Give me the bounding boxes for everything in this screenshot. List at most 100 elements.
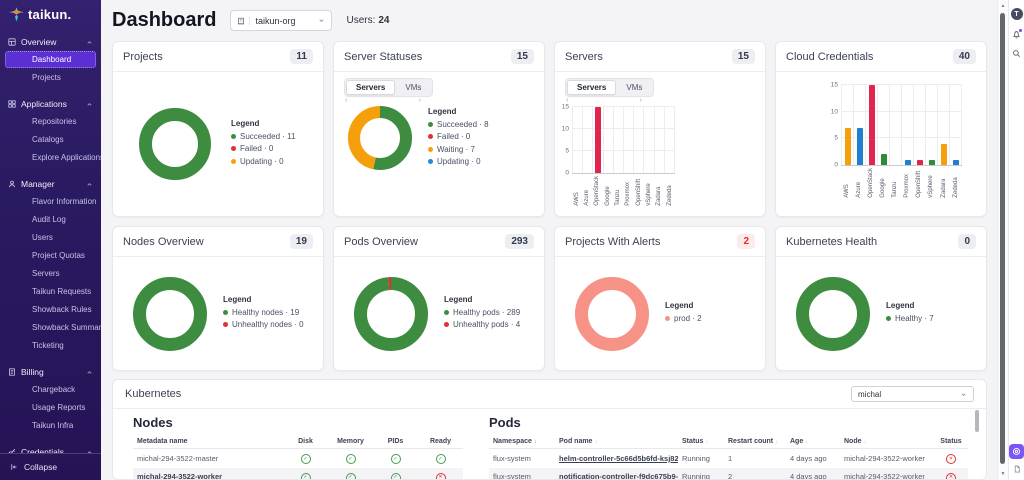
servers-bar-chart: 0 5 10 15 AWS Azure OpenStack Google Tanzu Proxmo… bbox=[559, 104, 676, 206]
bar-zededa bbox=[952, 159, 959, 165]
sidebar-item-dashboard[interactable]: Dashboard bbox=[5, 51, 96, 68]
user-avatar[interactable]: T bbox=[1010, 8, 1023, 20]
sort-icon[interactable]: ↓ bbox=[594, 439, 597, 445]
carousel-next-icon[interactable]: › bbox=[640, 97, 642, 104]
main-content: Dashboard taikun-org Users:24 Projects bbox=[101, 0, 997, 480]
namespace-cell: flux-system bbox=[493, 453, 531, 463]
column-header-node[interactable]: Node ↓ bbox=[840, 435, 934, 449]
pids-status: ✓ bbox=[373, 468, 418, 479]
sidebar-item-servers[interactable]: Servers bbox=[5, 265, 96, 282]
column-header-status[interactable]: Status ↓ bbox=[678, 435, 724, 449]
applications-icon bbox=[8, 100, 16, 108]
legend-items: prod · 2 bbox=[665, 314, 702, 323]
card-title: Projects With Alerts bbox=[565, 235, 661, 248]
sort-icon[interactable]: ↓ bbox=[805, 439, 808, 445]
sidebar-item-catalogs[interactable]: Catalogs bbox=[5, 131, 96, 148]
sidebar-item-ticketing[interactable]: Ticketing bbox=[5, 337, 96, 354]
x-tick-label: Proxmox bbox=[904, 174, 911, 198]
search-icon[interactable] bbox=[1012, 49, 1021, 58]
users-count: Users: 24 bbox=[346, 15, 389, 26]
column-header-metadata-name[interactable]: Metadata name bbox=[133, 435, 283, 449]
pod-status-cell: Running bbox=[682, 453, 710, 463]
node-name[interactable]: michal-294-3522-worker bbox=[133, 468, 283, 479]
bar-google bbox=[880, 154, 887, 165]
cluster-select[interactable]: michal bbox=[851, 386, 974, 402]
bar-column-vsphere bbox=[643, 107, 653, 173]
sidebar-section-billing[interactable]: Billing bbox=[0, 364, 101, 380]
sidebar-section-overview[interactable]: Overview bbox=[0, 34, 101, 50]
sidebar-section-applications[interactable]: Applications bbox=[0, 96, 101, 112]
legend-title: Legend bbox=[428, 106, 457, 116]
sidebar-item-project-quotas[interactable]: Project Quotas bbox=[5, 247, 96, 264]
sidebar-section-label: Billing bbox=[21, 367, 44, 377]
scroll-up-icon[interactable]: ▲ bbox=[998, 3, 1008, 9]
sidebar-item-users[interactable]: Users bbox=[5, 229, 96, 246]
document-icon[interactable] bbox=[1013, 465, 1021, 473]
sidebar-item-explore-applications[interactable]: Explore Applications bbox=[5, 149, 101, 166]
sidebar-section-manager[interactable]: Manager bbox=[0, 176, 101, 192]
column-header-restart-count[interactable]: Restart count ↓ bbox=[724, 435, 786, 449]
restart-count-cell: 1 bbox=[728, 453, 733, 463]
tab-vms[interactable]: VMs bbox=[395, 80, 431, 95]
x-tick-label: Google bbox=[880, 178, 887, 198]
sort-icon[interactable]: ↓ bbox=[705, 439, 708, 445]
sidebar-item-chargeback[interactable]: Chargeback bbox=[5, 381, 96, 398]
page-scrollbar[interactable]: ▲ ▼ bbox=[997, 0, 1008, 480]
column-header-disk[interactable]: Disk bbox=[283, 435, 328, 449]
legend-items: Healthy · 7 bbox=[886, 314, 934, 323]
carousel-prev-icon[interactable]: ‹ bbox=[345, 97, 347, 104]
organization-select[interactable]: taikun-org bbox=[230, 10, 333, 31]
sidebar-section-credentials[interactable]: Credentials bbox=[0, 444, 101, 453]
sidebar-item-projects[interactable]: Projects bbox=[5, 69, 96, 86]
logo-text: taikun. bbox=[28, 7, 72, 22]
bar-zadara bbox=[940, 143, 947, 165]
sort-icon[interactable]: ↓ bbox=[534, 439, 537, 445]
count-badge: 15 bbox=[510, 49, 534, 64]
x-tick-label: vSphere bbox=[645, 183, 652, 206]
column-header-ready[interactable]: Ready bbox=[418, 435, 463, 449]
y-tick-label: 0 bbox=[834, 161, 838, 169]
ready-status: ✓ bbox=[418, 449, 463, 468]
x-tick-label: vSphere bbox=[928, 175, 935, 198]
column-header-pids[interactable]: PIDs bbox=[373, 435, 418, 449]
legend-title: Legend bbox=[231, 118, 260, 128]
help-chat-button[interactable] bbox=[1009, 444, 1024, 459]
table-row: flux-system notification-controller-f9dc6… bbox=[489, 467, 968, 479]
kubernetes-scrollbar[interactable] bbox=[975, 410, 979, 432]
legend-dot-icon bbox=[428, 121, 433, 127]
pod-name-link[interactable]: helm-controller-5c66d5b6fd-ksj82 bbox=[555, 449, 678, 468]
sidebar-item-audit-log[interactable]: Audit Log bbox=[5, 211, 96, 228]
carousel-next-icon[interactable]: › bbox=[419, 97, 421, 104]
pod-name-link[interactable]: notification-controller-f9dc675b9-ncd2b bbox=[555, 468, 678, 479]
sidebar-item-taikun-infra[interactable]: Taikun Infra bbox=[5, 417, 96, 434]
server-statuses-tabs: Servers VMs bbox=[344, 78, 434, 97]
sidebar-item-flavor-information[interactable]: Flavor Information bbox=[5, 193, 96, 210]
scroll-down-icon[interactable]: ▼ bbox=[998, 471, 1008, 477]
column-header-status[interactable]: Status bbox=[934, 435, 968, 449]
sidebar-item-taikun-requests[interactable]: Taikun Requests bbox=[5, 283, 96, 300]
sidebar-item-repositories[interactable]: Repositories bbox=[5, 113, 96, 130]
tab-servers[interactable]: Servers bbox=[567, 80, 617, 95]
column-header-namespace[interactable]: Namespace ↓ bbox=[489, 435, 555, 449]
page-scrollbar-thumb[interactable] bbox=[1000, 13, 1005, 464]
overview-icon bbox=[8, 38, 16, 46]
sidebar-item-usage-reports[interactable]: Usage Reports bbox=[5, 399, 96, 416]
tab-servers[interactable]: Servers bbox=[346, 80, 396, 95]
sidebar-item-showback-rules[interactable]: Showback Rules bbox=[5, 301, 96, 318]
sort-icon[interactable]: ↓ bbox=[864, 439, 867, 445]
x-tick-label: OpenStack bbox=[867, 168, 874, 198]
bar-proxmox bbox=[904, 159, 911, 165]
chevron-down-icon bbox=[961, 392, 966, 396]
column-header-memory[interactable]: Memory bbox=[328, 435, 373, 449]
y-tick-label: 15 bbox=[830, 81, 838, 89]
notifications-bell-icon[interactable] bbox=[1012, 29, 1022, 39]
collapse-button[interactable]: Collapse bbox=[0, 453, 101, 480]
sidebar-item-showback-summary[interactable]: Showback Summary bbox=[5, 319, 101, 336]
tab-vms[interactable]: VMs bbox=[616, 80, 652, 95]
column-header-age[interactable]: Age ↓ bbox=[786, 435, 840, 449]
sort-icon[interactable]: ↓ bbox=[775, 439, 778, 445]
nodes-table-section: Nodes Metadata name Disk Memory PIDs Ready mi… bbox=[133, 412, 463, 479]
taikun-logo[interactable]: taikun. bbox=[0, 0, 101, 26]
column-header-pod-name[interactable]: Pod name ↓ bbox=[555, 435, 678, 449]
bar-column-google bbox=[877, 85, 889, 165]
